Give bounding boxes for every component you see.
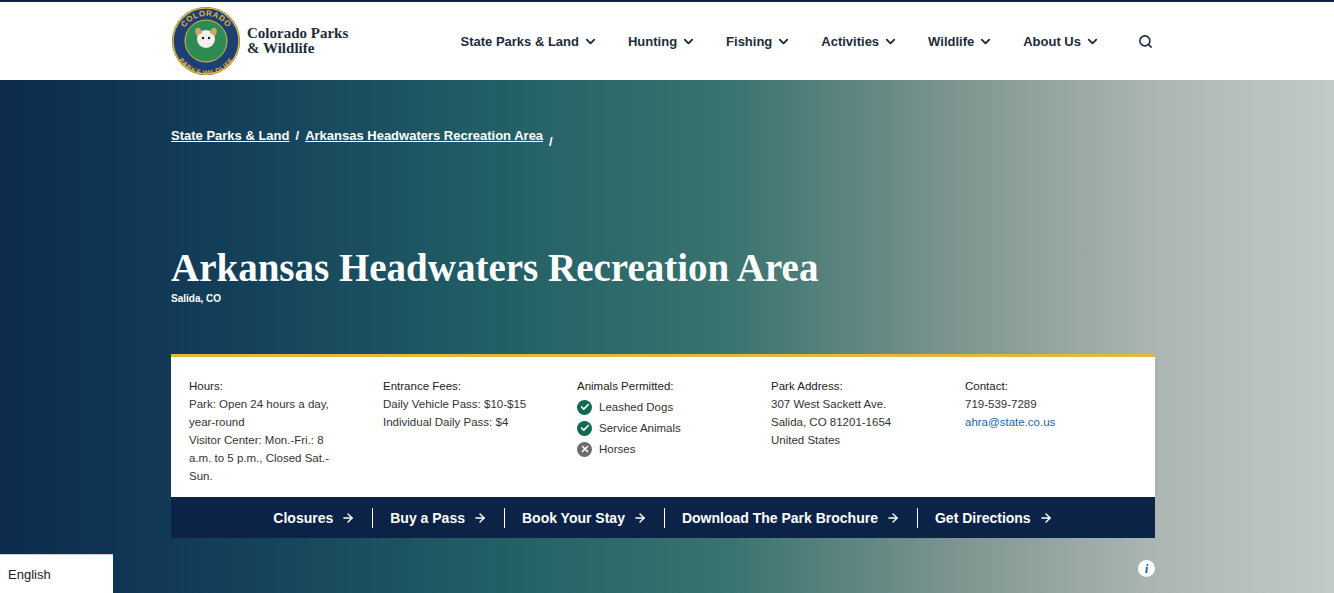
nav-label: Wildlife: [928, 34, 974, 49]
svg-text:PARKS WILDLIFE: PARKS WILDLIFE: [178, 56, 234, 76]
animal-row: Service Animals: [577, 419, 759, 437]
animal-label: Service Animals: [599, 419, 681, 437]
hours-column: Hours:Park: Open 24 hours a day, year-ro…: [189, 377, 383, 485]
animals-column: Animals Permitted: Leashed Dogs Service An…: [577, 377, 771, 485]
nav-label: Hunting: [628, 34, 677, 49]
x-icon: [577, 442, 592, 457]
fee-line: Daily Vehicle Pass: $10-$15: [383, 395, 565, 413]
nav-label: Activities: [821, 34, 879, 49]
nav-item[interactable]: Activities: [821, 34, 898, 49]
nav-item[interactable]: Hunting: [628, 34, 696, 49]
info-card: Hours:Park: Open 24 hours a day, year-ro…: [171, 354, 1155, 497]
chevron-down-icon: [883, 34, 898, 49]
breadcrumb: State Parks & Land / Arkansas Headwaters R…: [171, 128, 1334, 149]
action-label: Get Directions: [935, 508, 1031, 528]
animal-row: Horses: [577, 440, 759, 458]
logo-icon: COLORADO PARKS WILDLIFE: [171, 6, 241, 76]
arrow-right-icon: [473, 511, 487, 525]
svg-text:COLORADO: COLORADO: [179, 9, 233, 29]
breadcrumb-separator: /: [296, 128, 300, 143]
nav-label: About Us: [1023, 34, 1081, 49]
site-header: COLORADO PARKS WILDLIFE Colorado Parks& Wi…: [0, 0, 1334, 80]
brand-line: & Wildlife: [247, 41, 348, 56]
action-label: Closures: [273, 508, 333, 528]
breadcrumb-link[interactable]: Arkansas Headwaters Recreation Area: [305, 128, 543, 143]
phone: 719-539-7289: [965, 395, 1147, 413]
action-link[interactable]: Buy a Pass: [372, 508, 504, 528]
check-icon: [577, 400, 592, 415]
nav-label: Fishing: [726, 34, 772, 49]
arrow-right-icon: [633, 511, 647, 525]
animal-label: Horses: [599, 440, 635, 458]
park-location: Salida, CO: [171, 293, 1334, 304]
action-label: Book Your Stay: [522, 508, 625, 528]
column-label: Hours:: [189, 377, 371, 395]
column-label: Entrance Fees:: [383, 377, 565, 395]
nav-item[interactable]: About Us: [1023, 34, 1100, 49]
language-selector[interactable]: English: [0, 554, 113, 593]
brand-logo[interactable]: COLORADO PARKS WILDLIFE Colorado Parks& Wi…: [171, 6, 348, 76]
address-line: Salida, CO 81201-1654: [771, 413, 953, 431]
page: COLORADO PARKS WILDLIFE Colorado Parks& Wi…: [0, 0, 1334, 593]
park-title: Arkansas Headwaters Recreation Area: [171, 245, 1334, 291]
address-line: 307 West Sackett Ave.: [771, 395, 953, 413]
hours-line: Visitor Center: Mon.-Fri.: 8 a.m. to 5 p…: [189, 431, 349, 485]
contact-column: Contact:719-539-7289ahra@state.co.us: [965, 377, 1159, 485]
chevron-down-icon: [583, 34, 598, 49]
animal-label: Leashed Dogs: [599, 398, 673, 416]
action-link[interactable]: Get Directions: [917, 508, 1070, 528]
action-link[interactable]: Book Your Stay: [504, 508, 664, 528]
fee-line: Individual Daily Pass: $4: [383, 413, 565, 431]
column-label: Contact:: [965, 377, 1147, 395]
action-link[interactable]: Download The Park Brochure: [664, 508, 917, 528]
info-button[interactable]: i: [1138, 560, 1155, 577]
main-nav: State Parks & Land Hunting Fishing Activiti…: [460, 32, 1155, 51]
breadcrumb-link[interactable]: State Parks & Land: [171, 128, 290, 143]
brand-line: Colorado Parks: [247, 26, 348, 41]
nav-item[interactable]: State Parks & Land: [460, 34, 598, 49]
brand-name: Colorado Parks& Wildlife: [247, 26, 348, 56]
arrow-right-icon: [341, 511, 355, 525]
arrow-right-icon: [1039, 511, 1053, 525]
nav-label: State Parks & Land: [460, 34, 579, 49]
address-column: Park Address:307 West Sackett Ave.Salida…: [771, 377, 965, 485]
address-line: United States: [771, 431, 953, 449]
chevron-down-icon: [681, 34, 696, 49]
nav-item[interactable]: Fishing: [726, 34, 791, 49]
hero-photo: State Parks & Land / Arkansas Headwaters R…: [0, 80, 1334, 593]
action-bar: Closures Buy a Pass Book Your Stay Download…: [171, 497, 1155, 538]
hours-line: Park: Open 24 hours a day, year-round: [189, 395, 349, 431]
search-icon: [1138, 34, 1153, 49]
chevron-down-icon: [776, 34, 791, 49]
breadcrumb-separator: /: [549, 134, 553, 149]
column-label: Park Address:: [771, 377, 953, 395]
nav-item[interactable]: Wildlife: [928, 34, 993, 49]
action-label: Download The Park Brochure: [682, 508, 878, 528]
chevron-down-icon: [978, 34, 993, 49]
chevron-down-icon: [1085, 34, 1100, 49]
animal-row: Leashed Dogs: [577, 398, 759, 416]
arrow-right-icon: [886, 511, 900, 525]
action-link[interactable]: Closures: [256, 508, 372, 528]
search-button[interactable]: [1136, 32, 1155, 51]
fees-column: Entrance Fees:Daily Vehicle Pass: $10-$1…: [383, 377, 577, 485]
email-link[interactable]: ahra@state.co.us: [965, 413, 1147, 431]
check-icon: [577, 421, 592, 436]
column-label: Animals Permitted:: [577, 377, 759, 395]
action-label: Buy a Pass: [390, 508, 465, 528]
